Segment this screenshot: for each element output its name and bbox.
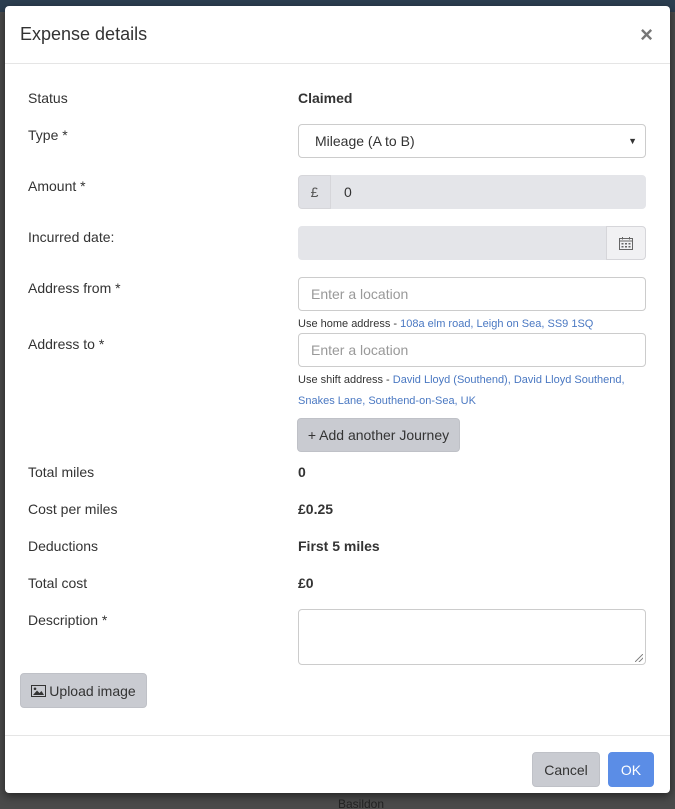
backdrop-text: Basildon [338,797,385,809]
add-journey-button[interactable]: + Add another Journey [297,418,460,452]
type-select[interactable]: Mileage (A to B) ▼ [298,124,646,158]
incurred-date-label: Incurred date: [28,229,115,245]
modal-body: Status Claimed Type * Mileage (A to B) ▼… [5,64,670,734]
modal-title: Expense details [20,24,148,44]
home-address-hint-prefix: Use home address - [298,318,401,330]
expense-details-modal: Expense details × Status Claimed Type * … [5,6,670,793]
shift-address-hint-prefix: Use shift address - [298,374,393,386]
total-cost-value: £0 [298,575,314,591]
calendar-icon [619,236,633,250]
address-to-label: Address to * [28,336,105,352]
total-miles-label: Total miles [28,464,95,480]
currency-addon: £ [298,175,331,209]
type-label: Type * [28,127,68,143]
incurred-date-field [298,226,607,260]
home-address-link[interactable]: 108a elm road, Leigh on Sea, SS9 1SQ [400,318,593,330]
address-to-placeholder: Enter a location [311,342,409,358]
modal-header: Expense details × [5,6,670,64]
description-textarea[interactable] [298,609,646,665]
type-select-value: Mileage (A to B) [315,133,415,149]
total-miles-value: 0 [298,464,306,480]
ok-button[interactable]: OK [608,752,654,787]
address-to-input[interactable]: Enter a location [298,333,646,367]
resize-handle-icon[interactable] [635,654,643,662]
address-from-label: Address from * [28,280,121,296]
chevron-down-icon: ▼ [628,136,637,146]
cost-per-miles-label: Cost per miles [28,501,118,517]
upload-image-button[interactable]: Upload image [20,673,147,708]
total-cost-label: Total cost [28,575,88,591]
deductions-value: First 5 miles [298,538,380,554]
home-address-hint: Use home address - 108a elm road, Leigh … [298,314,628,335]
amount-label: Amount * [28,178,86,194]
cost-per-miles-value: £0.25 [298,501,334,517]
description-label: Description * [28,612,108,628]
status-label: Status [28,90,68,106]
image-icon [31,684,47,697]
cancel-button[interactable]: Cancel [532,752,600,787]
address-from-placeholder: Enter a location [311,286,409,302]
upload-image-label: Upload image [49,682,136,699]
calendar-button[interactable] [606,226,646,260]
amount-field: 0 [331,175,646,209]
close-icon[interactable]: × [640,23,653,46]
amount-value: 0 [344,184,352,200]
modal-footer: Cancel OK [5,735,670,793]
address-from-input[interactable]: Enter a location [298,277,646,311]
deductions-label: Deductions [28,538,99,554]
status-value: Claimed [298,90,353,106]
shift-address-hint: Use shift address - David Lloyd (Southen… [298,370,628,412]
